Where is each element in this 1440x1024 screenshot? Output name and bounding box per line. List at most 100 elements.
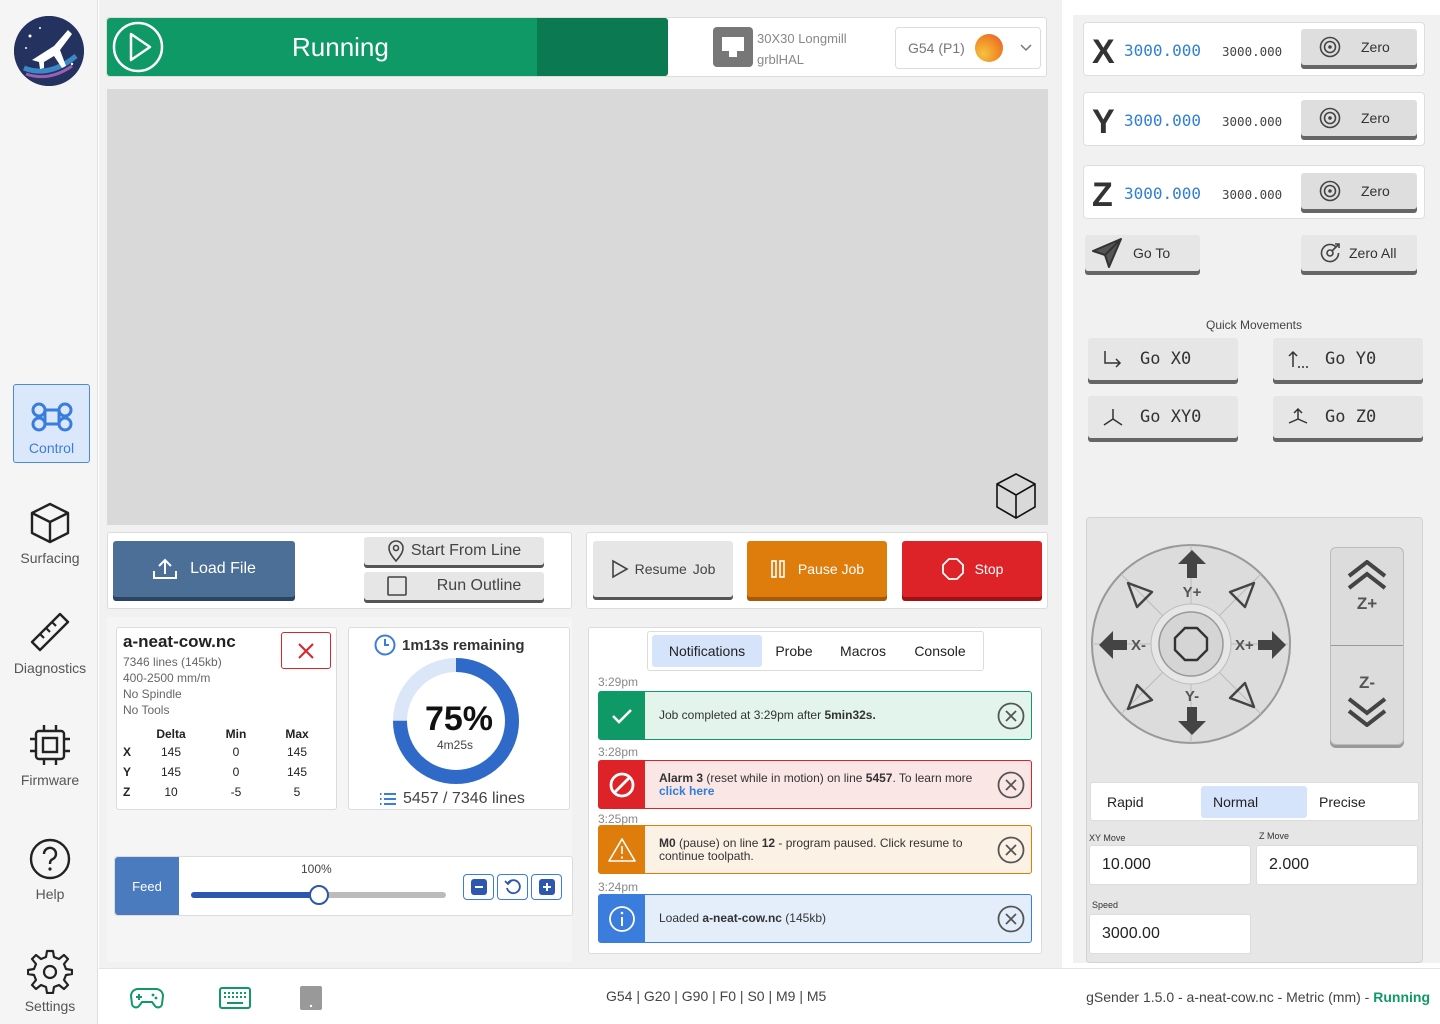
progress-card: 1m13s remaining 75% 4m25s 5457 / 7346 li…: [348, 627, 570, 810]
nav-settings[interactable]: Settings: [8, 948, 92, 1014]
jog-mode-normal[interactable]: Normal: [1201, 785, 1307, 818]
workspace-select[interactable]: G54 (P1): [895, 27, 1041, 69]
gcode-separator: |: [736, 988, 748, 1004]
pause-job-button[interactable]: Pause Job: [747, 541, 887, 597]
jog-y-minus-button[interactable]: Y-: [1177, 688, 1207, 744]
stop-jog-icon[interactable]: [1173, 626, 1209, 662]
feed-slider-track[interactable]: [191, 885, 446, 905]
machine-name: 30X30 Longmill: [757, 31, 847, 46]
jog-z-plus-button[interactable]: Z+: [1331, 548, 1403, 646]
gamepad-icon[interactable]: [130, 986, 164, 1010]
jog-x-minus-label: X-: [1131, 636, 1146, 654]
tab-macros[interactable]: Macros: [826, 635, 900, 667]
visualizer[interactable]: [107, 89, 1048, 525]
go-y0-button[interactable]: Go Y0: [1273, 338, 1423, 380]
tab-label: Macros: [840, 643, 886, 659]
z-move-label: Z Move: [1259, 831, 1290, 841]
nav-control[interactable]: Control: [13, 384, 90, 463]
chevrons-up-icon: [1347, 560, 1387, 590]
target-icon: [1319, 107, 1341, 129]
tab-console[interactable]: Console: [900, 635, 980, 667]
gcode-separator: |: [795, 988, 807, 1004]
tab-probe[interactable]: Probe: [762, 635, 826, 667]
send-icon: [1092, 238, 1122, 268]
start-from-line-label: Start From Line: [410, 542, 522, 559]
arrow-left-icon: [1099, 631, 1127, 659]
notification-time: 3:25pm: [598, 812, 639, 826]
dro-work-value[interactable]: 3000.000: [1124, 111, 1201, 130]
nav-surfacing[interactable]: Surfacing: [8, 500, 92, 566]
dismiss-button[interactable]: [991, 895, 1031, 942]
tab-notifications[interactable]: Notifications: [652, 635, 762, 667]
dro-x: X 3000.000 3000.000 Zero: [1083, 22, 1425, 76]
resume-label: Resume: [634, 561, 687, 577]
nav-diagnostics[interactable]: Diagnostics: [8, 608, 92, 676]
stop-button[interactable]: Stop: [902, 541, 1042, 597]
go-to-button[interactable]: Go To: [1085, 235, 1200, 271]
go-to-label: Go To: [1133, 245, 1171, 261]
clock-icon: [374, 634, 396, 656]
dismiss-button[interactable]: [991, 761, 1031, 808]
dro-machine-value: 3000.000: [1222, 187, 1283, 202]
jog-diagonal-down-right-icon[interactable]: [1227, 680, 1257, 710]
nav-help[interactable]: Help: [8, 836, 92, 902]
cube-view-icon[interactable]: [993, 471, 1039, 521]
dro-work-value[interactable]: 3000.000: [1124, 41, 1201, 60]
go-z0-button[interactable]: Go Z0: [1273, 396, 1423, 438]
feed-reset-button[interactable]: [497, 874, 528, 900]
close-circle-icon: [997, 771, 1025, 798]
app-logo: [14, 16, 84, 86]
nav-firmware[interactable]: Firmware: [8, 722, 92, 788]
tablet-icon[interactable]: [299, 985, 323, 1011]
zero-all-button[interactable]: Zero All: [1301, 235, 1417, 271]
resume-job-button[interactable]: Resume Job: [593, 541, 733, 597]
jog-mode-rapid[interactable]: Rapid: [1091, 786, 1201, 818]
feed-slider-fill: [191, 892, 319, 898]
info-icon: [609, 905, 635, 932]
notification-mid: (pause) on line: [675, 835, 762, 850]
machine-firmware: grblHAL: [757, 52, 804, 67]
zero-all-label: Zero All: [1349, 245, 1397, 261]
tab-label: Probe: [775, 643, 813, 659]
dismiss-button[interactable]: [991, 692, 1031, 739]
zero-z-button[interactable]: Zero: [1301, 173, 1417, 209]
axis-y-icon: [1288, 350, 1308, 368]
go-xy0-button[interactable]: Go XY0: [1088, 396, 1238, 438]
zero-y-button[interactable]: Zero: [1301, 100, 1417, 136]
jog-z-minus-button[interactable]: Z-: [1331, 647, 1403, 745]
axis-xy-icon: [1103, 409, 1123, 426]
xy-move-input[interactable]: [1089, 845, 1251, 885]
load-file-button[interactable]: Load File: [113, 541, 295, 597]
load-file-label: Load File: [190, 560, 256, 577]
feed-slider-thumb[interactable]: [308, 885, 329, 905]
feed-decrease-button[interactable]: [463, 874, 494, 900]
bounds-max: 5: [293, 785, 301, 799]
zero-x-button[interactable]: Zero: [1301, 29, 1417, 65]
feed-increase-button[interactable]: [531, 874, 562, 900]
close-file-button[interactable]: [281, 632, 331, 669]
start-from-line-button[interactable]: Start From Line: [364, 537, 544, 565]
go-x0-button[interactable]: Go X0: [1088, 338, 1238, 380]
run-status-button[interactable]: Running: [107, 18, 537, 76]
run-outline-button[interactable]: Run Outline: [364, 572, 544, 600]
dro-work-value[interactable]: 3000.000: [1124, 184, 1201, 203]
jog-diagonal-down-left-icon[interactable]: [1125, 682, 1155, 712]
jog-diagonal-up-left-icon[interactable]: [1125, 580, 1155, 610]
jog-mode-precise[interactable]: Precise: [1307, 786, 1407, 818]
keyboard-icon[interactable]: [219, 986, 251, 1010]
speed-input[interactable]: [1089, 914, 1251, 954]
z-move-input[interactable]: [1256, 845, 1418, 885]
jog-x-plus-button[interactable]: X+: [1235, 630, 1295, 660]
feed-override-card: Feed 100%: [114, 856, 573, 916]
learn-more-link[interactable]: click here: [659, 784, 714, 798]
warning-icon-box: [599, 826, 645, 873]
go-z0-label: Go Z0: [1325, 407, 1377, 427]
stop-label: Stop: [974, 561, 1004, 577]
jog-mode-label: Rapid: [1107, 793, 1144, 810]
jog-diagonal-up-right-icon[interactable]: [1227, 580, 1257, 610]
help-icon: [29, 838, 71, 880]
dismiss-button[interactable]: [991, 826, 1031, 873]
jog-y-plus-button[interactable]: Y+: [1177, 548, 1207, 608]
dro-z: Z 3000.000 3000.000 Zero: [1083, 165, 1425, 219]
jog-x-minus-button[interactable]: X-: [1097, 630, 1157, 660]
